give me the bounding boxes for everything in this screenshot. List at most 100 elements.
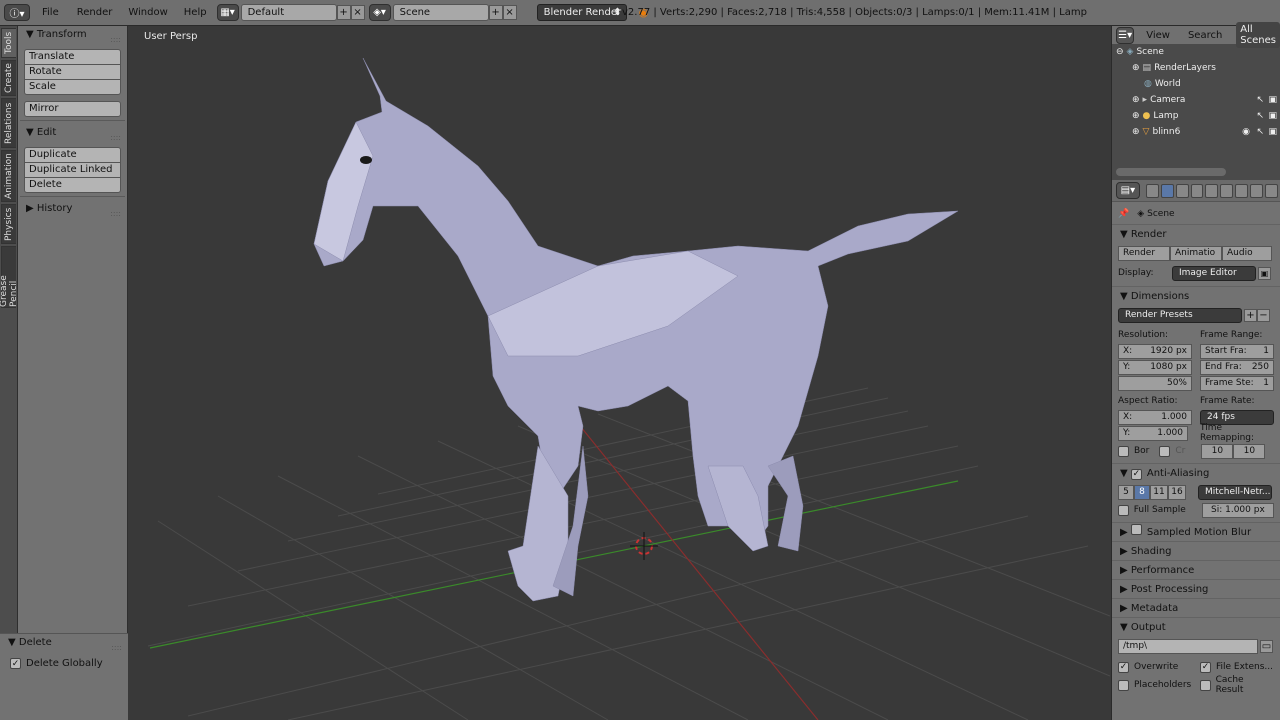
render-engine-select[interactable]: Blender Render ⬍ (536, 4, 627, 21)
aa-sample-16[interactable]: 16 (1168, 484, 1186, 500)
time-remap-new-field[interactable]: 10 (1233, 443, 1266, 459)
constraints-tab-icon[interactable] (1220, 183, 1234, 198)
outliner-scrollbar[interactable] (1116, 168, 1226, 176)
folder-browse-icon[interactable]: ▭ (1260, 639, 1273, 653)
grip-icon[interactable]: :::: (110, 129, 121, 147)
render-presets-select[interactable]: Render Presets (1118, 307, 1242, 323)
render-animation-button[interactable]: Animatio (1170, 245, 1222, 261)
expand-icon[interactable]: ⊕ (1132, 95, 1140, 105)
expand-icon[interactable]: ⊕ (1132, 111, 1140, 121)
data-tab-icon[interactable] (1250, 183, 1264, 198)
restrict-select-icon[interactable]: ↖ (1256, 95, 1264, 105)
render-layers-tab-icon[interactable] (1160, 183, 1174, 198)
grip-icon[interactable]: :::: (110, 205, 121, 223)
expand-icon[interactable]: ⊕ (1132, 127, 1140, 137)
info-editor-type-icon[interactable]: ⓘ▾ (4, 4, 30, 21)
tab-relations[interactable]: Relations (1, 98, 16, 148)
anti-aliasing-panel-header[interactable]: ▼ ✓ Anti-Aliasing (1112, 463, 1280, 482)
lock-interface-icon[interactable]: ▣ (1258, 266, 1271, 280)
outliner-item-world[interactable]: ◍ World (1112, 76, 1280, 92)
outliner-item-scene[interactable]: ⊖ ◈ Scene (1112, 44, 1280, 60)
border-checkbox[interactable] (1118, 445, 1129, 457)
visibility-eye-icon[interactable]: ◉ (1242, 127, 1250, 137)
outliner-editor-type-icon[interactable]: ☰▾ (1116, 26, 1135, 44)
tab-create[interactable]: Create (1, 60, 16, 96)
material-tab-icon[interactable] (1265, 183, 1278, 198)
resolution-y-field[interactable]: Y: 1080 px (1118, 359, 1192, 375)
horse-mesh[interactable] (313, 57, 959, 602)
screen-layout-field[interactable]: Default (240, 4, 337, 21)
restrict-render-icon[interactable]: ▣ (1268, 111, 1277, 121)
rotate-button[interactable]: Rotate (24, 64, 121, 80)
modifiers-tab-icon[interactable] (1235, 183, 1249, 198)
3d-viewport[interactable]: User Persp (128, 26, 1110, 720)
frame-step-field[interactable]: Frame Ste: 1 (1200, 375, 1274, 391)
time-remap-old-field[interactable]: 10 (1201, 443, 1234, 459)
history-panel-header[interactable]: ▶ History:::: (18, 200, 127, 218)
placeholders-checkbox[interactable] (1118, 679, 1129, 691)
add-scene-button[interactable]: + (488, 5, 503, 20)
outliner-view-menu[interactable]: View (1146, 30, 1170, 41)
collapse-icon[interactable]: ⊖ (1116, 47, 1124, 57)
properties-editor-type-icon[interactable]: ▤▾ (1116, 182, 1140, 199)
duplicate-button[interactable]: Duplicate (24, 147, 121, 163)
render-tab-icon[interactable] (1145, 183, 1159, 198)
tab-tools[interactable]: Tools (1, 28, 16, 58)
aa-sample-5[interactable]: 5 (1118, 484, 1134, 500)
scene-field[interactable]: Scene (392, 4, 489, 21)
aa-sample-11[interactable]: 11 (1150, 484, 1168, 500)
pin-icon[interactable]: 📌 (1118, 209, 1129, 219)
menu-help[interactable]: Help (184, 7, 207, 18)
scene-icon[interactable]: ◈▾ (368, 4, 391, 21)
render-audio-button[interactable]: Audio (1222, 245, 1272, 261)
operator-panel-header[interactable]: ▼ Delete:::: (0, 634, 128, 652)
outliner-item-renderlayers[interactable]: ⊕ ▤ RenderLayers (1112, 60, 1280, 76)
menu-file[interactable]: File (42, 7, 59, 18)
mirror-button[interactable]: Mirror (24, 101, 121, 117)
restrict-select-icon[interactable]: ↖ (1256, 127, 1264, 137)
file-extensions-checkbox[interactable]: ✓ (1200, 661, 1211, 673)
menu-window[interactable]: Window (128, 7, 167, 18)
add-preset-button[interactable]: + (1244, 308, 1257, 322)
cache-result-checkbox[interactable] (1199, 679, 1211, 691)
duplicate-linked-button[interactable]: Duplicate Linked (24, 162, 121, 178)
tab-grease-pencil[interactable]: Grease Pencil (0, 246, 19, 308)
screen-layout-icon[interactable]: ▦▾ (216, 4, 239, 21)
remove-scene-button[interactable]: × (502, 5, 517, 20)
aa-enable-checkbox[interactable]: ✓ (1130, 469, 1142, 480)
aa-sample-8[interactable]: 8 (1134, 484, 1150, 500)
tab-animation[interactable]: Animation (1, 150, 16, 202)
remove-preset-button[interactable]: − (1257, 308, 1270, 322)
translate-button[interactable]: Translate (24, 49, 121, 65)
transform-panel-header[interactable]: ▼ Transform:::: (18, 26, 127, 44)
dimensions-panel-header[interactable]: ▼ Dimensions (1112, 286, 1280, 305)
render-panel-header[interactable]: ▼ Render (1112, 224, 1280, 243)
motion-blur-checkbox[interactable] (1130, 524, 1142, 535)
aspect-y-field[interactable]: Y: 1.000 (1118, 425, 1188, 441)
output-panel-header[interactable]: ▼ Output (1112, 617, 1280, 636)
menu-render[interactable]: Render (77, 7, 113, 18)
tab-physics[interactable]: Physics (1, 204, 16, 244)
expand-icon[interactable]: ⊕ (1132, 63, 1140, 73)
full-sample-checkbox[interactable] (1118, 504, 1129, 516)
restrict-render-icon[interactable]: ▣ (1268, 127, 1277, 137)
outliner-item-camera[interactable]: ⊕ ▸ Camera ↖ ▣ (1112, 92, 1280, 108)
restrict-render-icon[interactable]: ▣ (1268, 95, 1277, 105)
viewport-canvas[interactable] (128, 26, 1110, 720)
world-tab-icon[interactable] (1190, 183, 1204, 198)
render-image-button[interactable]: Render (1118, 245, 1170, 261)
scale-button[interactable]: Scale (24, 79, 121, 95)
filter-size-field[interactable]: Si: 1.000 px (1201, 502, 1274, 518)
metadata-panel-header[interactable]: ▶ Metadata (1112, 598, 1280, 617)
crop-checkbox[interactable] (1159, 445, 1171, 457)
resolution-percentage-field[interactable]: 50% (1118, 375, 1192, 391)
checkbox-checked-icon[interactable]: ✓ (10, 658, 21, 669)
restrict-select-icon[interactable]: ↖ (1256, 111, 1264, 121)
resolution-x-field[interactable]: X: 1920 px (1118, 343, 1192, 359)
overwrite-checkbox[interactable]: ✓ (1118, 661, 1129, 673)
frame-start-field[interactable]: Start Fra: 1 (1200, 343, 1274, 359)
performance-panel-header[interactable]: ▶ Performance (1112, 560, 1280, 579)
scene-tab-icon[interactable] (1175, 183, 1189, 198)
display-select[interactable]: Image Editor (1172, 265, 1256, 281)
post-processing-panel-header[interactable]: ▶ Post Processing (1112, 579, 1280, 598)
